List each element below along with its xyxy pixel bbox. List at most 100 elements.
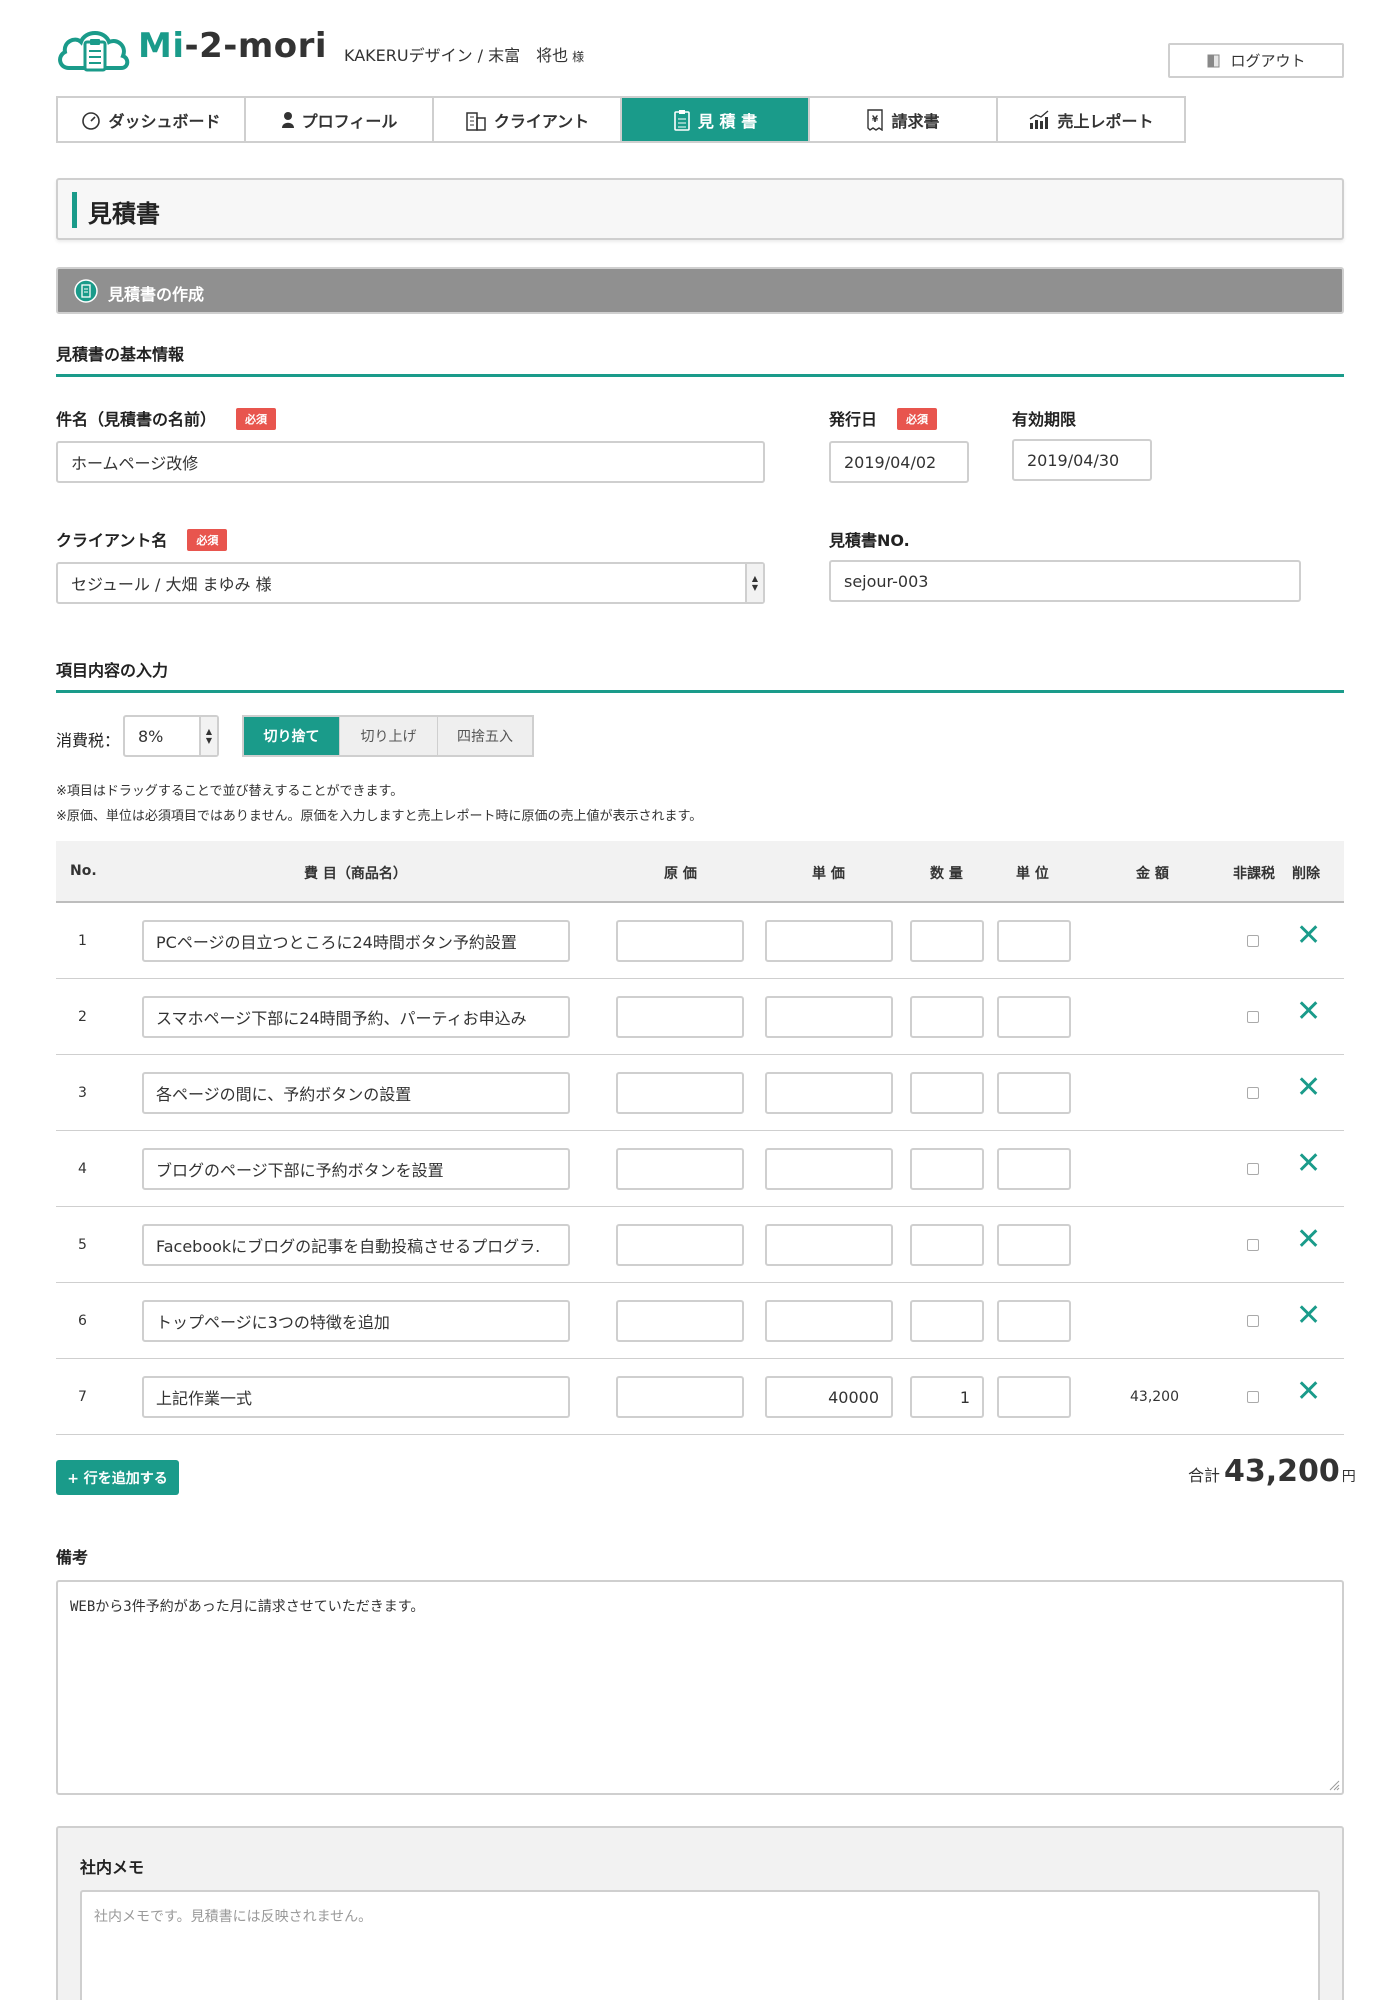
- logo-rest: -2-mori: [184, 26, 328, 66]
- nav-profile[interactable]: プロフィール: [244, 96, 434, 143]
- col-taxfree: 非課税: [1233, 866, 1275, 882]
- table-row[interactable]: 1 PCページの目立つところに24時間ボタン予約設置 ✕: [56, 903, 1344, 979]
- qty-input[interactable]: [910, 920, 984, 962]
- taxfree-checkbox[interactable]: [1247, 1163, 1259, 1175]
- nav-client[interactable]: クライアント: [432, 96, 622, 143]
- client-select[interactable]: セジュール / 大畑 まゆみ 様 ▲ ▼: [56, 562, 765, 604]
- item-name-input[interactable]: スマホページ下部に24時間予約、パーティお申込み: [142, 996, 570, 1038]
- unit-price-input[interactable]: [765, 920, 893, 962]
- nav-dashboard[interactable]: ダッシュボード: [56, 96, 246, 143]
- cost-input[interactable]: [616, 1072, 744, 1114]
- basic-info-divider: [56, 374, 1344, 377]
- unit-input[interactable]: [997, 1072, 1071, 1114]
- col-amount: 金 額: [1136, 866, 1169, 882]
- item-name-input[interactable]: PCページの目立つところに24時間ボタン予約設置: [142, 920, 570, 962]
- total-unit: 円: [1341, 1469, 1356, 1485]
- table-row[interactable]: 6 トップページに3つの特徴を追加 ✕: [56, 1283, 1344, 1359]
- nav-profile-label: プロフィール: [301, 111, 398, 131]
- taxfree-checkbox[interactable]: [1247, 935, 1259, 947]
- delete-row-icon[interactable]: ✕: [1296, 1073, 1321, 1103]
- unit-input[interactable]: [997, 1148, 1071, 1190]
- estimate-create-icon: [74, 279, 98, 303]
- remarks-textarea[interactable]: WEBから3件予約があった月に請求させていただきます。: [56, 1580, 1344, 1795]
- delete-row-icon[interactable]: ✕: [1296, 921, 1321, 951]
- item-name-input[interactable]: Facebookにブログの記事を自動投稿させるプログラ.: [142, 1224, 570, 1266]
- logout-button[interactable]: ログアウト: [1168, 43, 1344, 78]
- subject-input[interactable]: ホームページ改修: [56, 441, 765, 483]
- delete-row-icon[interactable]: ✕: [1296, 1149, 1321, 1179]
- unit-price-input[interactable]: [765, 1148, 893, 1190]
- table-row[interactable]: 2 スマホページ下部に24時間予約、パーティお申込み ✕: [56, 979, 1344, 1055]
- items-heading: 項目内容の入力: [56, 661, 169, 680]
- expiry-date-input[interactable]: 2019/04/30: [1012, 439, 1152, 481]
- item-name-input[interactable]: トップページに3つの特徴を追加: [142, 1300, 570, 1342]
- add-row-button[interactable]: + 行を追加する: [56, 1460, 179, 1495]
- unit-input[interactable]: [997, 1376, 1071, 1418]
- app-logo-text[interactable]: Mi-2-mori: [138, 26, 327, 66]
- cost-input[interactable]: [616, 1300, 744, 1342]
- required-badge: 必須: [236, 408, 277, 430]
- round-up-button[interactable]: 切り上げ: [340, 717, 438, 755]
- cost-input[interactable]: [616, 1224, 744, 1266]
- item-name-input[interactable]: 上記作業一式: [142, 1376, 570, 1418]
- delete-row-icon[interactable]: ✕: [1296, 1301, 1321, 1331]
- unit-input[interactable]: [997, 920, 1071, 962]
- estimate-no-input[interactable]: sejour-003: [829, 560, 1301, 602]
- round-down-button[interactable]: 切り捨て: [244, 717, 340, 755]
- table-row[interactable]: 3 各ページの間に、予約ボタンの設置 ✕: [56, 1055, 1344, 1131]
- cost-input[interactable]: [616, 1376, 744, 1418]
- logout-label: ログアウト: [1230, 52, 1306, 70]
- unit-price-input[interactable]: [765, 1072, 893, 1114]
- memo-textarea[interactable]: 社内メモです。見積書には反映されません。: [80, 1890, 1320, 2000]
- cost-input[interactable]: [616, 1148, 744, 1190]
- table-row[interactable]: 4 ブログのページ下部に予約ボタンを設置 ✕: [56, 1131, 1344, 1207]
- tax-select[interactable]: 8% ▲ ▼: [123, 715, 219, 757]
- table-row[interactable]: 7 上記作業一式 40000 1 43,200 ✕: [56, 1359, 1344, 1435]
- table-row[interactable]: 5 Facebookにブログの記事を自動投稿させるプログラ. ✕: [56, 1207, 1344, 1283]
- estimate-no-label: 見積書NO.: [829, 531, 910, 550]
- delete-row-icon[interactable]: ✕: [1296, 997, 1321, 1027]
- total-value: 43,200: [1224, 1454, 1340, 1489]
- delete-row-icon[interactable]: ✕: [1296, 1377, 1321, 1407]
- resize-handle-icon[interactable]: [1328, 1779, 1340, 1791]
- unit-price-input[interactable]: [765, 996, 893, 1038]
- nav-invoice[interactable]: ¥ 請求書: [808, 96, 998, 143]
- cost-input[interactable]: [616, 920, 744, 962]
- item-name-input[interactable]: 各ページの間に、予約ボタンの設置: [142, 1072, 570, 1114]
- issue-date-input[interactable]: 2019/04/02: [829, 441, 969, 483]
- expiry-date-label: 有効期限: [1012, 410, 1077, 429]
- qty-input[interactable]: [910, 1072, 984, 1114]
- taxfree-checkbox[interactable]: [1247, 1087, 1259, 1099]
- item-name-input[interactable]: ブログのページ下部に予約ボタンを設置: [142, 1148, 570, 1190]
- nav-dashboard-label: ダッシュボード: [108, 111, 221, 131]
- remarks-text: WEBから3件予約があった月に請求させていただきます。: [70, 1599, 425, 1615]
- unit-input[interactable]: [997, 1224, 1071, 1266]
- qty-input[interactable]: 1: [910, 1376, 984, 1418]
- page-title-box: 見積書: [56, 178, 1344, 240]
- unit-price-input[interactable]: 40000: [765, 1376, 893, 1418]
- page-title: 見積書: [88, 200, 160, 228]
- qty-input[interactable]: [910, 996, 984, 1038]
- delete-row-icon[interactable]: ✕: [1296, 1225, 1321, 1255]
- qty-input[interactable]: [910, 1148, 984, 1190]
- unit-input[interactable]: [997, 996, 1071, 1038]
- qty-input[interactable]: [910, 1224, 984, 1266]
- client-label-text: クライアント名: [56, 531, 168, 550]
- nav-sales-report[interactable]: 売上レポート: [996, 96, 1186, 143]
- qty-input[interactable]: [910, 1300, 984, 1342]
- taxfree-checkbox[interactable]: [1247, 1011, 1259, 1023]
- col-unit: 単 位: [1016, 866, 1049, 882]
- taxfree-checkbox[interactable]: [1247, 1239, 1259, 1251]
- round-half-button[interactable]: 四捨五入: [438, 717, 532, 755]
- unit-price-input[interactable]: [765, 1300, 893, 1342]
- unit-input[interactable]: [997, 1300, 1071, 1342]
- taxfree-checkbox[interactable]: [1247, 1315, 1259, 1327]
- cost-input[interactable]: [616, 996, 744, 1038]
- internal-memo-panel: 社内メモ 社内メモです。見積書には反映されません。: [56, 1826, 1344, 2000]
- unit-price-input[interactable]: [765, 1224, 893, 1266]
- tax-label: 消費税：: [56, 731, 121, 750]
- door-icon: [1207, 54, 1220, 67]
- taxfree-checkbox[interactable]: [1247, 1391, 1259, 1403]
- col-name: 費 目（商品名）: [304, 866, 407, 882]
- nav-estimate[interactable]: 見 積 書: [620, 96, 810, 143]
